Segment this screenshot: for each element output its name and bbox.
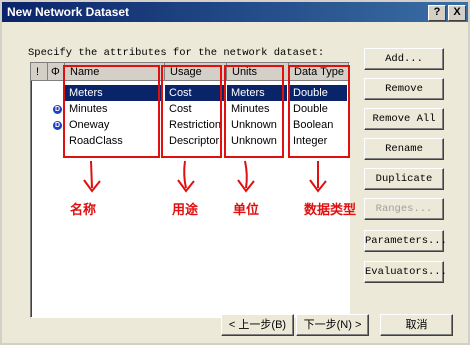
column-header-flag[interactable]: ! (31, 63, 48, 81)
annotation-name: 名称 (70, 202, 97, 217)
remove-all-button[interactable]: Remove All (364, 108, 444, 130)
close-button[interactable]: X (448, 5, 466, 21)
default-value-icon: D (53, 121, 62, 130)
remove-button[interactable]: Remove (364, 78, 444, 100)
arrow-down-icon (83, 160, 101, 193)
usage-column-highlight (161, 65, 222, 158)
arrow-down-icon (177, 160, 195, 193)
parameters-button[interactable]: Parameters... (364, 230, 447, 252)
data-type-column-highlight (288, 65, 350, 158)
name-column-highlight (63, 65, 160, 158)
annotation-units: 单位 (233, 202, 260, 217)
units-column-highlight (224, 65, 284, 158)
cancel-button[interactable]: 取消 (380, 314, 453, 336)
rename-button[interactable]: Rename (364, 138, 444, 160)
annotation-usage: 用途 (172, 202, 199, 217)
annotation-data-type: 数据类型 (304, 202, 357, 217)
default-value-icon: D (53, 105, 62, 114)
window-title: New Network Dataset (7, 5, 130, 19)
add-button[interactable]: Add... (364, 48, 444, 70)
back-button[interactable]: < 上一步(B) (221, 314, 294, 336)
ranges-button[interactable]: Ranges... (364, 198, 444, 220)
help-button[interactable]: ? (428, 5, 446, 21)
network-dataset-dialog: New Network Dataset ? X Specify the attr… (0, 0, 470, 345)
next-button[interactable]: 下一步(N) > (296, 314, 369, 336)
arrow-down-icon (309, 161, 327, 193)
evaluators-button[interactable]: Evaluators... (364, 261, 447, 283)
duplicate-button[interactable]: Duplicate (364, 168, 444, 190)
prompt-text: Specify the attributes for the network d… (28, 47, 325, 59)
title-bar: New Network Dataset ? X (2, 2, 468, 22)
arrow-down-icon (237, 160, 255, 193)
